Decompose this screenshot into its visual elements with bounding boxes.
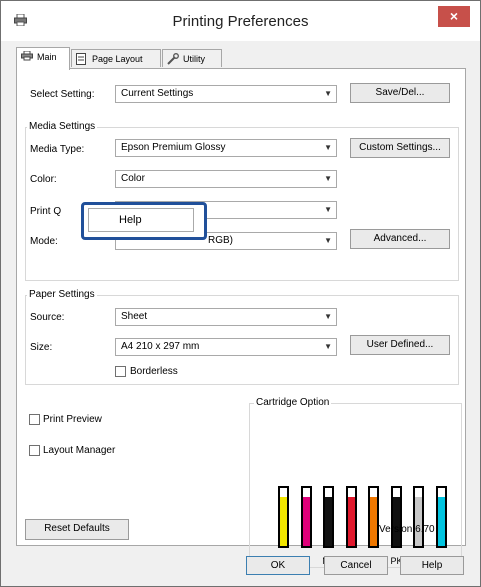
mode-label: Mode: <box>30 236 58 247</box>
chevron-down-icon: ▼ <box>324 312 332 321</box>
help-context-menu: Help <box>81 202 207 240</box>
select-setting-label: Select Setting: <box>30 89 95 100</box>
printing-preferences-window: Printing Preferences × Main Page Layout … <box>0 0 481 587</box>
print-preview-label: Print Preview <box>43 414 102 425</box>
chevron-down-icon: ▼ <box>324 236 332 245</box>
select-setting-dropdown[interactable]: Current Settings ▼ <box>115 85 337 103</box>
chevron-down-icon: ▼ <box>324 89 332 98</box>
window-title: Printing Preferences <box>172 13 309 30</box>
size-label: Size: <box>30 342 53 353</box>
print-quality-label: Print Q <box>30 206 62 217</box>
tab-utility-label: Utility <box>183 54 205 64</box>
ink-level-fill <box>392 496 400 546</box>
cartridge-option-group: Cartridge Option YMMKRORPKGOC <box>249 397 462 568</box>
ink-level-fill <box>280 496 287 546</box>
advanced-button[interactable]: Advanced... <box>350 229 450 249</box>
wrench-icon <box>167 53 179 65</box>
select-setting-value: Current Settings <box>121 88 194 99</box>
borderless-label: Borderless <box>130 366 178 377</box>
ink-level-fill <box>415 496 422 546</box>
ink-cartridge-r <box>345 486 357 548</box>
save-del-button[interactable]: Save/Del... <box>350 83 450 103</box>
ink-cartridge-m <box>300 486 312 548</box>
color-value: Color <box>121 173 145 184</box>
paper-settings-title: Paper Settings <box>27 289 97 300</box>
ink-level-fill <box>325 496 332 546</box>
close-button[interactable]: × <box>438 6 470 27</box>
tab-main-label: Main <box>37 52 57 62</box>
layout-manager-label: Layout Manager <box>43 445 116 456</box>
color-label: Color: <box>30 174 57 185</box>
media-settings-title: Media Settings <box>27 121 98 132</box>
color-dropdown[interactable]: Color ▼ <box>115 170 337 188</box>
page-icon <box>76 53 86 65</box>
cancel-button[interactable]: Cancel <box>324 556 388 575</box>
ink-cartridge-pk <box>390 486 402 548</box>
source-label: Source: <box>30 312 65 323</box>
main-tab-panel: Select Setting: Current Settings ▼ Save/… <box>16 68 466 568</box>
media-type-dropdown[interactable]: Epson Premium Glossy ▼ <box>115 139 337 157</box>
user-defined-button[interactable]: User Defined... <box>350 335 450 355</box>
ink-level-fill <box>437 496 445 546</box>
version-label: Version 6.70 <box>379 524 435 535</box>
reset-defaults-button[interactable]: Reset Defaults <box>25 519 129 540</box>
ink-cartridge-c <box>435 486 447 548</box>
ink-level-fill <box>347 496 355 546</box>
tab-utility[interactable]: Utility <box>162 49 222 67</box>
print-preview-checkbox[interactable] <box>29 414 40 425</box>
ok-button[interactable]: OK <box>246 556 310 575</box>
tab-main[interactable]: Main <box>16 47 70 70</box>
title-bar: Printing Preferences × <box>1 1 480 41</box>
size-value: A4 210 x 297 mm <box>121 341 200 352</box>
ink-cartridge-go <box>413 486 424 548</box>
chevron-down-icon: ▼ <box>324 205 332 214</box>
chevron-down-icon: ▼ <box>324 174 332 183</box>
layout-manager-checkbox[interactable] <box>29 445 40 456</box>
ink-cartridge-or <box>368 486 379 548</box>
help-button[interactable]: Help <box>400 556 464 575</box>
tab-page-layout-label: Page Layout <box>92 54 143 64</box>
source-dropdown[interactable]: Sheet ▼ <box>115 308 337 326</box>
size-dropdown[interactable]: A4 210 x 297 mm ▼ <box>115 338 337 356</box>
media-type-label: Media Type: <box>30 144 85 155</box>
help-menu-item[interactable]: Help <box>88 208 194 232</box>
borderless-checkbox[interactable] <box>115 366 126 377</box>
tab-page-layout[interactable]: Page Layout <box>71 49 161 67</box>
chevron-down-icon: ▼ <box>324 143 332 152</box>
printer-icon <box>21 51 33 61</box>
ink-level-fill <box>302 496 310 546</box>
custom-settings-button[interactable]: Custom Settings... <box>350 138 450 158</box>
ink-level-fill <box>370 496 377 546</box>
cartridge-option-title: Cartridge Option <box>254 397 332 408</box>
source-value: Sheet <box>121 311 148 322</box>
ink-cartridge-y <box>278 486 289 548</box>
ink-cartridge-mk <box>323 486 334 548</box>
media-type-value: Epson Premium Glossy <box>121 142 226 153</box>
chevron-down-icon: ▼ <box>324 342 332 351</box>
mode-value: RGB) <box>208 235 233 246</box>
